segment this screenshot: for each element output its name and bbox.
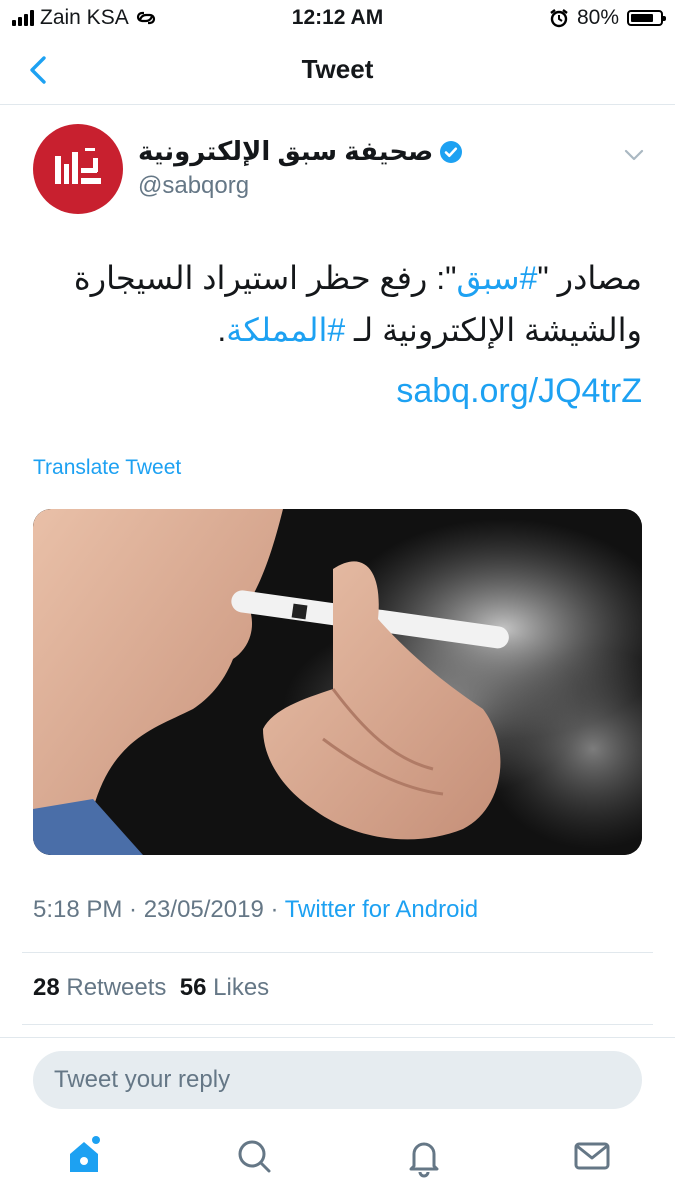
chevron-down-icon[interactable] bbox=[622, 145, 646, 165]
page-title: Tweet bbox=[301, 54, 374, 84]
hashtag-link[interactable]: #المملكة bbox=[226, 312, 345, 348]
author-name: صحيفة سبق الإلكترونية bbox=[138, 136, 434, 166]
messages-icon[interactable] bbox=[572, 1134, 612, 1178]
battery-icon bbox=[627, 10, 666, 26]
author-handle[interactable]: @sabqorg bbox=[138, 172, 249, 200]
tweet-text-segment: ": رفع حظر استيراد السيجارة bbox=[73, 260, 457, 296]
status-bar-right: 80% bbox=[549, 6, 666, 30]
tab-bar bbox=[0, 1134, 675, 1190]
divider bbox=[22, 1024, 653, 1025]
likes-stat[interactable]: 56 Likes bbox=[180, 974, 269, 1001]
tweet-text-segment: والشيشة الإلكترونية لـ bbox=[345, 312, 642, 348]
author-name-row[interactable]: صحيفة سبق الإلكترونية bbox=[138, 136, 463, 167]
translate-tweet-link[interactable]: Translate Tweet bbox=[33, 456, 181, 480]
retweets-label: Retweets bbox=[59, 974, 167, 1001]
hashtag-link[interactable]: #سبق bbox=[456, 260, 537, 296]
tweet-text: مصادر "#سبق": رفع حظر استيراد السيجارة و… bbox=[32, 252, 642, 356]
tweet-text-line-1: مصادر "#سبق": رفع حظر استيراد السيجارة bbox=[32, 252, 642, 304]
tweet-timestamp-row: 5:18 PM · 23/05/2019 · Twitter for Andro… bbox=[33, 896, 478, 924]
avatar[interactable] bbox=[33, 124, 123, 214]
verified-badge-icon bbox=[440, 140, 463, 163]
tweet-source-link[interactable]: Twitter for Android bbox=[285, 896, 478, 923]
tweet-text-segment: . bbox=[217, 312, 227, 348]
divider bbox=[22, 952, 653, 953]
battery-percent: 80% bbox=[576, 6, 619, 29]
tweet-text-line-2: والشيشة الإلكترونية لـ #المملكة. bbox=[32, 304, 642, 356]
reply-input[interactable]: Tweet your reply bbox=[33, 1051, 642, 1109]
tweet-text-segment: مصادر " bbox=[537, 260, 642, 296]
navigation-bar: Tweet bbox=[0, 36, 675, 105]
sabq-logo-icon bbox=[55, 148, 101, 184]
e-cigarette-photo bbox=[33, 509, 642, 855]
tweet-stats: 28 Retweets 56 Likes bbox=[33, 974, 269, 1002]
tweet-url-link[interactable]: sabq.org/JQ4trZ bbox=[396, 372, 642, 411]
tweet-media-image[interactable] bbox=[33, 509, 642, 855]
notifications-icon[interactable] bbox=[404, 1134, 444, 1178]
search-icon[interactable] bbox=[234, 1134, 274, 1178]
retweets-stat[interactable]: 28 Retweets bbox=[33, 974, 166, 1001]
alarm-icon bbox=[550, 9, 568, 28]
home-icon[interactable] bbox=[64, 1134, 104, 1178]
tweet-timestamp: 5:18 PM · 23/05/2019 · bbox=[33, 896, 285, 923]
retweets-count: 28 bbox=[33, 974, 60, 1001]
likes-count: 56 bbox=[179, 974, 207, 1001]
likes-label: Likes bbox=[206, 974, 270, 1001]
status-bar: Zain KSA 12:12 AM 80% bbox=[0, 0, 675, 36]
